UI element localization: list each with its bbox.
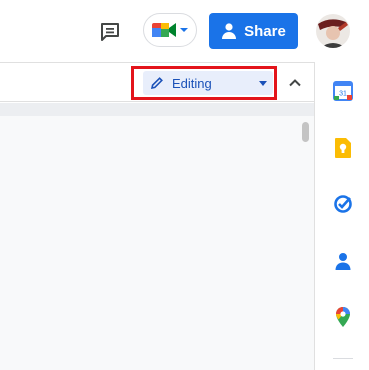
meet-button[interactable] xyxy=(143,13,197,47)
document-canvas[interactable] xyxy=(0,116,314,370)
google-tasks-icon xyxy=(334,195,352,213)
caret-down-icon xyxy=(259,81,267,86)
side-panel-maps[interactable] xyxy=(330,304,356,330)
share-label: Share xyxy=(244,22,286,40)
side-panel-calendar[interactable]: 31 xyxy=(330,78,356,104)
side-panel-contacts[interactable] xyxy=(330,248,356,274)
side-panel-divider xyxy=(333,358,353,359)
pencil-icon xyxy=(150,77,163,90)
chevron-up-icon xyxy=(289,79,301,87)
avatar-image xyxy=(316,14,350,48)
calendar-date: 31 xyxy=(339,91,347,98)
google-meet-icon xyxy=(152,23,176,37)
user-avatar[interactable] xyxy=(316,14,350,48)
side-panel-tasks[interactable] xyxy=(330,191,356,217)
google-calendar-icon: 31 xyxy=(333,81,353,101)
google-contacts-icon xyxy=(335,253,351,270)
vertical-scrollbar-thumb[interactable] xyxy=(302,122,309,142)
side-panel-keep[interactable] xyxy=(330,135,356,161)
editing-mode-label: Editing xyxy=(172,75,212,91)
google-keep-icon xyxy=(335,138,351,158)
comment-icon xyxy=(101,23,119,41)
person-add-icon xyxy=(222,23,237,39)
editing-mode-dropdown[interactable]: Editing xyxy=(143,71,273,95)
share-button[interactable]: Share xyxy=(209,13,298,49)
comment-history-button[interactable] xyxy=(96,18,124,46)
google-maps-icon xyxy=(336,307,350,327)
ruler xyxy=(0,103,314,116)
top-bar: Share xyxy=(0,0,369,62)
chevron-down-icon xyxy=(180,28,188,32)
collapse-menus-button[interactable] xyxy=(284,72,306,94)
